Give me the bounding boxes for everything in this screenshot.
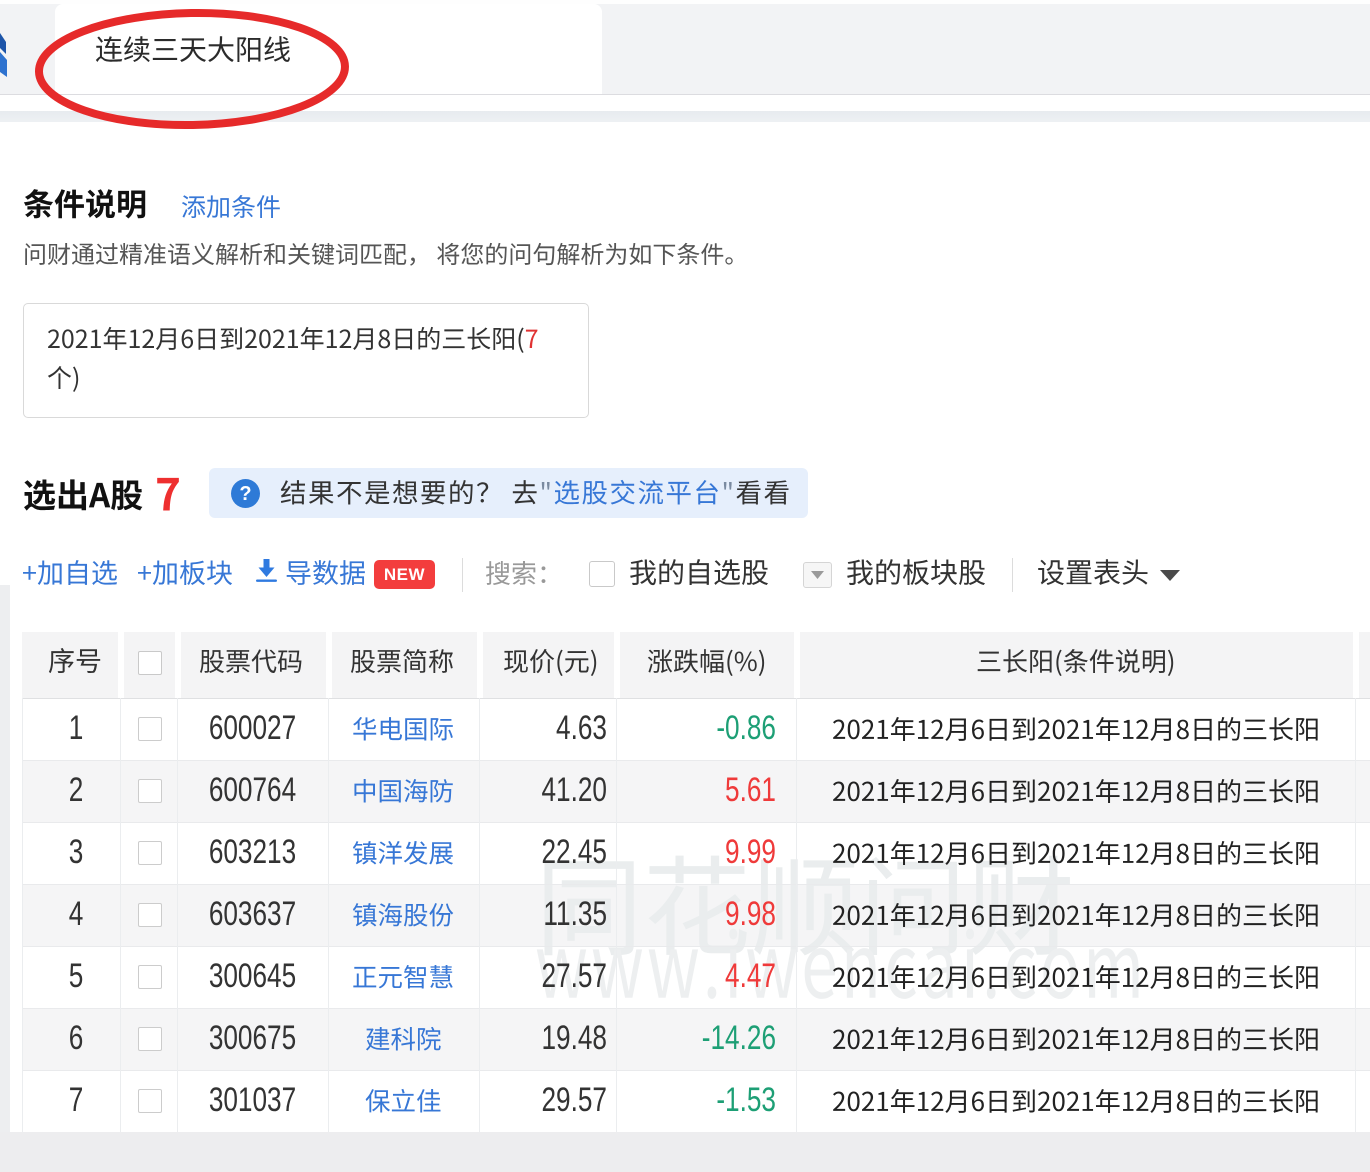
svg-text:?: ? xyxy=(239,483,251,505)
